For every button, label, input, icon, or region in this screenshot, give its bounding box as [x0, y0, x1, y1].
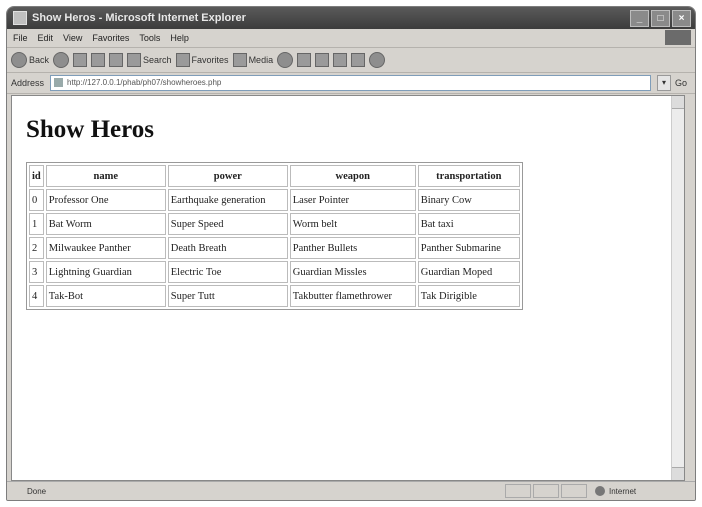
header-transportation: transportation: [417, 165, 520, 187]
cell-power: Electric Toe: [167, 261, 288, 283]
back-label: Back: [29, 55, 50, 65]
menu-help[interactable]: Help: [170, 33, 189, 43]
vertical-scrollbar[interactable]: [671, 96, 684, 480]
address-input[interactable]: http://127.0.0.1/phab/ph07/showheroes.ph…: [50, 75, 651, 91]
header-id: id: [29, 165, 44, 187]
cell-transportation: Panther Submarine: [417, 237, 520, 259]
title-bar[interactable]: Show Heros - Microsoft Internet Explorer…: [7, 7, 695, 29]
cell-id: 3: [29, 261, 44, 283]
go-button[interactable]: Go: [675, 78, 687, 88]
home-icon[interactable]: [109, 53, 124, 67]
edit-icon[interactable]: [333, 53, 348, 67]
media-button[interactable]: Media: [232, 53, 274, 67]
cell-transportation: Bat taxi: [417, 213, 520, 235]
address-dropdown-icon[interactable]: ▾: [656, 75, 671, 91]
cell-weapon: Takbutter flamethrower: [289, 285, 416, 307]
menu-tools[interactable]: Tools: [139, 33, 160, 43]
back-arrow-icon: [11, 52, 27, 68]
globe-icon: [595, 486, 605, 496]
status-segment: [561, 484, 587, 498]
status-segment: [533, 484, 559, 498]
media-icon: [232, 53, 247, 67]
table-row: 4 Tak-Bot Super Tutt Takbutter flamethro…: [29, 285, 520, 307]
header-weapon: weapon: [289, 165, 416, 187]
menu-bar: File Edit View Favorites Tools Help: [7, 29, 695, 48]
menu-edit[interactable]: Edit: [38, 33, 54, 43]
windows-logo-icon: [665, 30, 691, 45]
cell-transportation: Binary Cow: [417, 189, 520, 211]
header-name: name: [45, 165, 166, 187]
back-button[interactable]: Back: [11, 52, 49, 68]
heroes-table: id name power weapon transportation 0 Pr…: [26, 162, 523, 310]
history-icon[interactable]: [277, 52, 294, 68]
close-button[interactable]: ×: [672, 9, 691, 27]
cell-power: Super Speed: [167, 213, 288, 235]
messenger-icon[interactable]: [369, 52, 386, 68]
print-icon[interactable]: [315, 53, 330, 67]
ie-icon: [13, 11, 27, 25]
favorites-label: Favorites: [191, 55, 229, 65]
window-title: Show Heros - Microsoft Internet Explorer: [32, 12, 246, 24]
table-row: 2 Milwaukee Panther Death Breath Panther…: [29, 237, 520, 259]
cell-id: 1: [29, 213, 44, 235]
browser-window: Show Heros - Microsoft Internet Explorer…: [6, 6, 696, 501]
address-label: Address: [11, 78, 45, 88]
toolbar: Back Search Favorites Media: [7, 48, 695, 73]
search-button[interactable]: Search: [127, 53, 172, 67]
favorites-icon: [175, 53, 190, 67]
media-label: Media: [248, 55, 274, 65]
menu-view[interactable]: View: [63, 33, 82, 43]
cell-power: Super Tutt: [167, 285, 288, 307]
search-label: Search: [143, 55, 172, 65]
scroll-down-icon[interactable]: [672, 467, 684, 480]
cell-weapon: Panther Bullets: [289, 237, 416, 259]
favorites-button[interactable]: Favorites: [175, 53, 229, 67]
cell-power: Earthquake generation: [167, 189, 288, 211]
security-zone: Internet: [587, 486, 695, 496]
cell-name: Milwaukee Panther: [45, 237, 166, 259]
page-content: Show Heros id name power weapon transpor…: [11, 95, 685, 481]
status-segment: [505, 484, 531, 498]
cell-transportation: Tak Dirigible: [417, 285, 520, 307]
address-bar: Address http://127.0.0.1/phab/ph07/showh…: [7, 73, 695, 94]
minimize-button[interactable]: _: [630, 9, 649, 27]
status-text: Done: [27, 486, 47, 496]
mail-icon[interactable]: [297, 53, 312, 67]
zone-label: Internet: [609, 486, 637, 496]
table-header-row: id name power weapon transportation: [29, 165, 520, 187]
cell-weapon: Laser Pointer: [289, 189, 416, 211]
table-row: 1 Bat Worm Super Speed Worm belt Bat tax…: [29, 213, 520, 235]
menu-favorites[interactable]: Favorites: [92, 33, 129, 43]
scroll-up-icon[interactable]: [672, 96, 684, 109]
cell-name: Bat Worm: [45, 213, 166, 235]
refresh-icon[interactable]: [91, 53, 106, 67]
cell-name: Lightning Guardian: [45, 261, 166, 283]
cell-power: Death Breath: [167, 237, 288, 259]
cell-weapon: Guardian Missles: [289, 261, 416, 283]
status-bar: Done Internet: [7, 481, 695, 500]
table-row: 0 Professor One Earthquake generation La…: [29, 189, 520, 211]
cell-id: 4: [29, 285, 44, 307]
window-controls: _ □ ×: [630, 9, 691, 27]
cell-transportation: Guardian Moped: [417, 261, 520, 283]
status-segments: [505, 484, 587, 498]
search-icon: [127, 53, 142, 67]
cell-id: 2: [29, 237, 44, 259]
maximize-button[interactable]: □: [651, 9, 670, 27]
discuss-icon[interactable]: [351, 53, 366, 67]
table-row: 3 Lightning Guardian Electric Toe Guardi…: [29, 261, 520, 283]
cell-weapon: Worm belt: [289, 213, 416, 235]
stop-icon[interactable]: [73, 53, 88, 67]
page-title: Show Heros: [26, 116, 155, 143]
forward-button[interactable]: [53, 52, 70, 68]
menu-file[interactable]: File: [13, 33, 28, 43]
cell-name: Tak-Bot: [45, 285, 166, 307]
cell-id: 0: [29, 189, 44, 211]
cell-name: Professor One: [45, 189, 166, 211]
header-power: power: [167, 165, 288, 187]
